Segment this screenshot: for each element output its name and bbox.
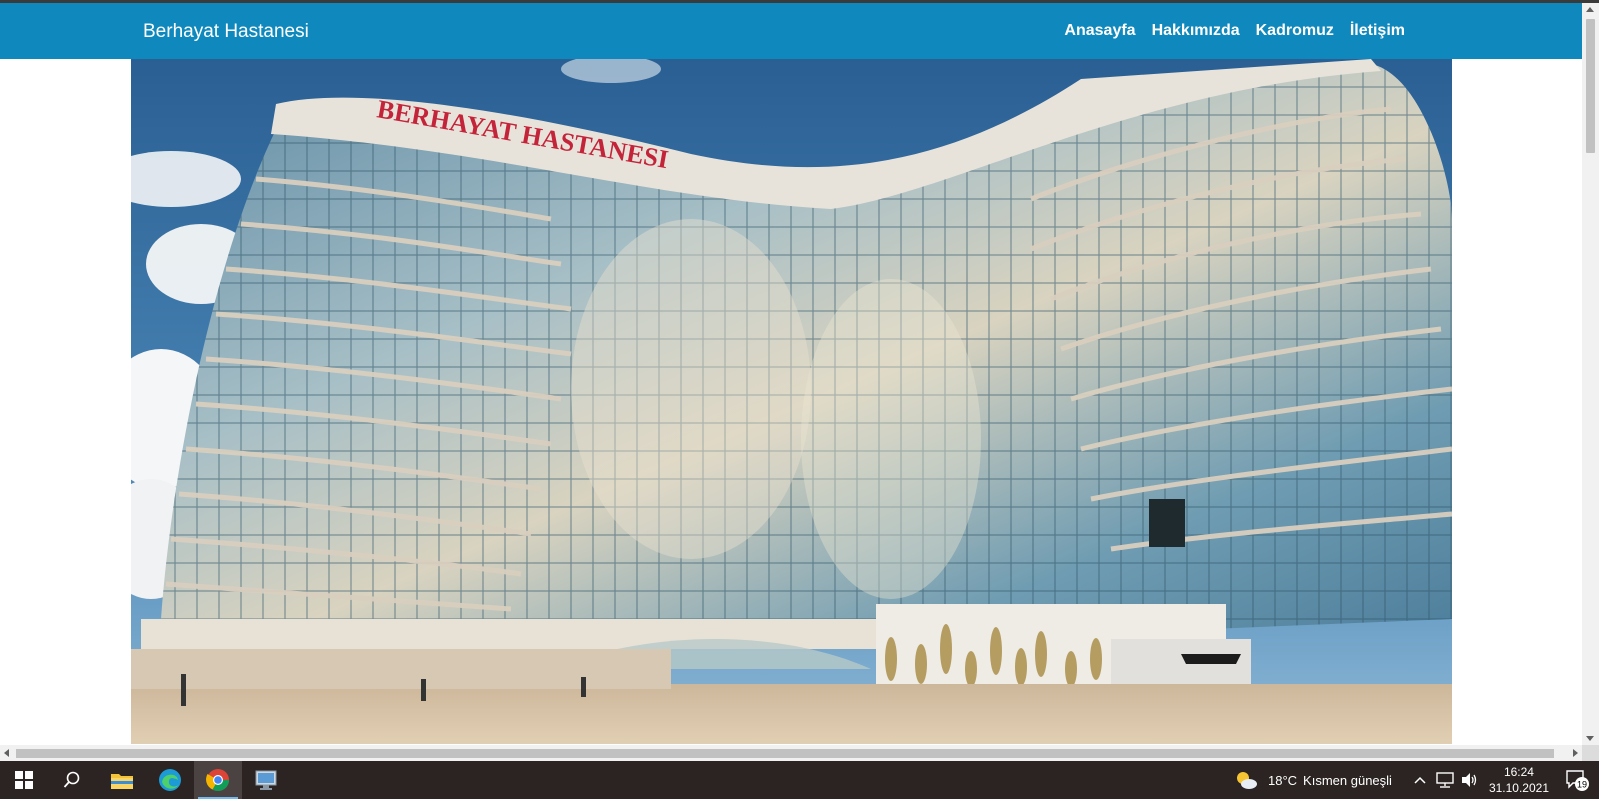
nav-link-kadromuz[interactable]: Kadromuz — [1256, 22, 1334, 40]
nav-link-hakkimizda[interactable]: Hakkımızda — [1152, 22, 1240, 40]
scroll-left-icon[interactable] — [4, 749, 9, 757]
nav-link-anasayfa[interactable]: Anasayfa — [1064, 22, 1135, 40]
weather-condition: Kısmen güneşli — [1303, 772, 1392, 788]
clock-time: 16:24 — [1503, 765, 1534, 779]
scroll-down-icon[interactable] — [1586, 736, 1594, 741]
edge-icon[interactable] — [146, 761, 194, 799]
search-icon[interactable] — [48, 761, 96, 799]
network-icon[interactable] — [1436, 772, 1454, 788]
navbar: Berhayat Hastanesi Anasayfa Hakkımızda K… — [0, 3, 1582, 59]
notification-count: 19 — [1577, 780, 1587, 790]
scroll-right-icon[interactable] — [1573, 749, 1578, 757]
horizontal-scrollbar[interactable] — [0, 745, 1582, 761]
chevron-up-icon[interactable] — [1414, 776, 1426, 784]
taskbar-clock[interactable]: 16:24 31.10.2021 — [1489, 764, 1549, 796]
weather-widget[interactable]: 18°C Kısmen güneşli — [1234, 761, 1392, 799]
partly-sunny-icon — [1237, 772, 1257, 789]
vertical-scrollbar[interactable] — [1582, 3, 1599, 745]
hospital-building-photo: BERHAYAT HASTANESI — [131, 59, 1452, 744]
scrollbar-corner — [1582, 745, 1599, 761]
horizontal-scroll-thumb[interactable] — [16, 749, 1554, 758]
app-icon[interactable] — [242, 761, 290, 799]
hero-image: BERHAYAT HASTANESI — [131, 59, 1452, 744]
clock-date: 31.10.2021 — [1488, 781, 1549, 795]
nav-links: Anasayfa Hakkımızda Kadromuz İletişim — [1064, 22, 1405, 40]
file-explorer-icon[interactable] — [98, 761, 146, 799]
vertical-scroll-thumb[interactable] — [1586, 19, 1595, 153]
windows-start-icon[interactable] — [0, 761, 48, 799]
system-tray — [1414, 761, 1478, 799]
taskbar: 18°C Kısmen güneşli 16:24 31.10.2021 19 — [0, 761, 1599, 799]
volume-icon[interactable] — [1460, 772, 1478, 788]
chrome-icon[interactable] — [194, 761, 242, 799]
notification-center-icon[interactable]: 19 — [1565, 769, 1589, 796]
brand-link[interactable]: Berhayat Hastanesi — [143, 21, 309, 43]
weather-temperature: 18°C — [1268, 772, 1298, 788]
nav-link-iletisim[interactable]: İletişim — [1350, 22, 1405, 40]
scroll-up-icon[interactable] — [1586, 7, 1594, 12]
